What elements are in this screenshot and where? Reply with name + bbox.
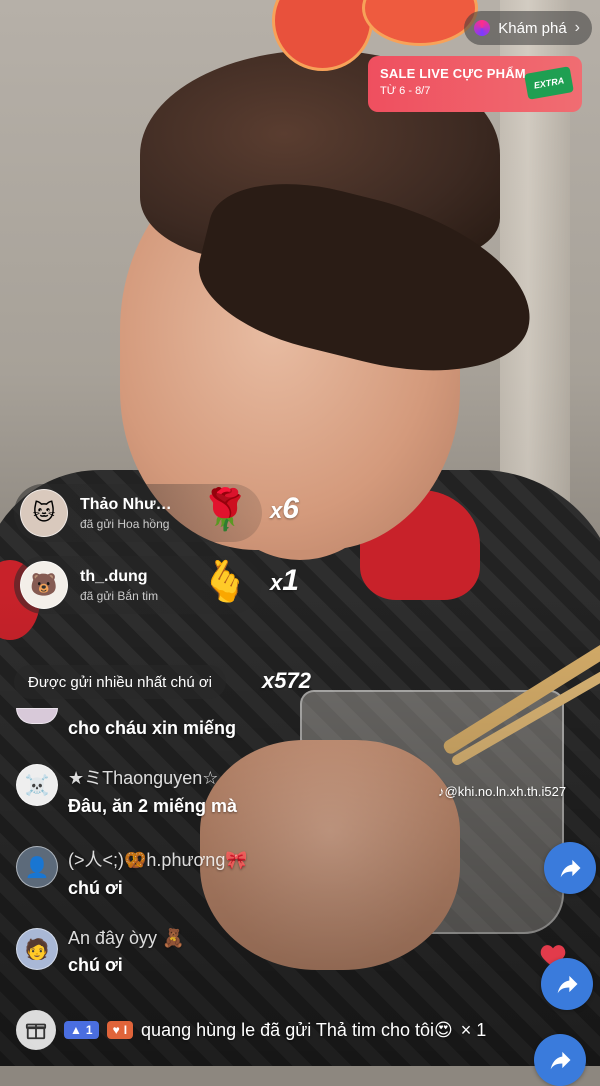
rose-gift-icon: 🌹 — [200, 488, 250, 532]
top-sent-count: x572 — [262, 668, 311, 693]
explore-label: Khám phá — [498, 19, 567, 37]
heart-gift-icon: 😍 — [433, 1019, 453, 1040]
gift-text: th_.dung đã gửi Bắn tim — [80, 568, 158, 603]
comment-item: cho cháu xin miếng — [16, 708, 236, 739]
avatar[interactable] — [16, 708, 58, 724]
promo-banner[interactable]: SALE LIVE CỰC PHẨM TỪ 6 - 8/7 EXTRA — [368, 56, 582, 112]
share-arrow-icon — [557, 975, 578, 994]
gift-button[interactable] — [16, 1010, 56, 1050]
avatar[interactable]: 🧑 — [16, 928, 58, 970]
bottom-gift-message: quang hùng le đã gửi Thả tim cho tôi😍 × 1 — [141, 1020, 486, 1041]
level-badge: ▲ 1 — [64, 1021, 99, 1039]
gift-notification: 🐻 th_.dung đã gửi Bắn tim 🫰 x1 — [14, 556, 299, 614]
gift-user: th_.dung — [80, 567, 148, 585]
share-button[interactable] — [541, 958, 593, 1010]
fan-badge-value: I — [123, 1023, 128, 1037]
comment-message: chú ơi — [68, 955, 123, 975]
level-badge-value: 1 — [85, 1023, 93, 1037]
top-sent-banner: Được gửi nhiều nhất chú ơi — [14, 665, 227, 699]
explore-orb-icon — [474, 20, 491, 36]
comment-user[interactable]: ★ミThaonguyen☆ — [68, 764, 237, 790]
comment-message: chú ơi — [68, 878, 123, 898]
gift-action: đã gửi Bắn tim — [80, 588, 159, 603]
top-sent-label: Được gửi nhiều nhất chú ơi — [28, 673, 213, 691]
bottom-message: đã gửi Thả tim cho tôi — [260, 1019, 434, 1040]
share-arrow-icon — [560, 859, 581, 878]
comment-item: 🧑 An đây òyy 🧸 chú ơi — [16, 928, 184, 976]
chevron-right-icon: › — [574, 19, 580, 36]
bottom-activity-bar: ▲ 1 ♥ I quang hùng le đã gửi Thả tim cho t… — [16, 1010, 486, 1050]
gift-notification: 🐱 Thảo Như… đã gửi Hoa hồng 🌹 x6 — [14, 484, 299, 542]
avatar[interactable]: ☠️ — [16, 764, 58, 806]
avatar[interactable]: 🐻 — [20, 561, 68, 609]
gift-count: x1 — [270, 564, 299, 597]
level-arrow-icon: ▲ — [70, 1023, 82, 1037]
fan-badge: ♥ I — [106, 1021, 134, 1039]
gift-box-icon — [25, 1023, 47, 1040]
gift-text: Thảo Như… đã gửi Hoa hồng — [80, 496, 172, 531]
gift-count-value: 6 — [282, 492, 299, 525]
avatar[interactable]: 🐱 — [20, 489, 68, 537]
gift-user: Thảo Như… — [80, 495, 172, 513]
gift-count-value: 1 — [282, 564, 299, 597]
bottom-count: × 1 — [460, 1019, 487, 1040]
bottom-user[interactable]: quang hùng le — [141, 1020, 255, 1040]
comment-user[interactable]: An đây òyy 🧸 — [68, 928, 184, 949]
comment-message: Đâu, ăn 2 miếng mà — [68, 796, 238, 816]
comment-user[interactable]: (>人<;)🥨h.phương🎀 — [68, 846, 248, 872]
share-button[interactable] — [534, 1034, 586, 1086]
gift-action: đã gửi Hoa hồng — [80, 516, 170, 531]
comment-item: ☠️ ★ミThaonguyen☆ Đâu, ăn 2 miếng mà — [16, 764, 237, 817]
explore-button[interactable]: Khám phá › — [464, 11, 592, 45]
finger-heart-gift-icon: 🫰 — [200, 560, 250, 604]
avatar[interactable]: 👤 — [16, 846, 58, 888]
heart-icon: ♥ — [112, 1023, 120, 1037]
tiktok-watermark: ♪@khi.no.ln.xh.th.i527 — [438, 784, 566, 799]
comment-message: cho cháu xin miếng — [68, 718, 237, 738]
comment-item: 👤 (>人<;)🥨h.phương🎀 chú ơi — [16, 846, 248, 899]
gift-count: x6 — [270, 492, 299, 525]
share-arrow-icon — [550, 1051, 571, 1070]
share-button[interactable] — [544, 842, 596, 894]
watermark-handle: @khi.no.ln.xh.th.i527 — [444, 784, 567, 799]
